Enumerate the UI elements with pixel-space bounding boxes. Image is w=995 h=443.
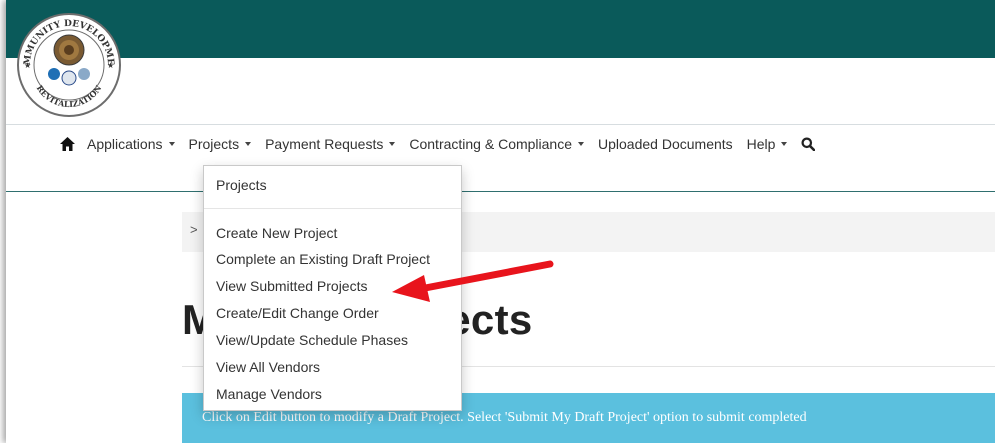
caret-down-icon xyxy=(168,142,175,146)
nav-help[interactable]: Help xyxy=(747,136,788,152)
breadcrumb-separator: > xyxy=(190,222,198,237)
caret-down-icon xyxy=(781,142,788,146)
home-icon[interactable] xyxy=(60,137,75,151)
nav-applications-label: Applications xyxy=(87,136,163,152)
main-navbar: Applications Projects Payment Requests C… xyxy=(6,124,995,192)
red-arrow-annotation xyxy=(392,260,554,302)
caret-down-icon xyxy=(245,142,252,146)
nav-contracting-compliance[interactable]: Contracting & Compliance xyxy=(409,136,585,152)
svg-text:★: ★ xyxy=(107,61,114,70)
nav-help-label: Help xyxy=(746,136,776,152)
nav-projects-label: Projects xyxy=(188,136,240,152)
nav-uploaded-documents-label: Uploaded Documents xyxy=(598,136,733,152)
menu-item-view-all-vendors[interactable]: View All Vendors xyxy=(216,359,320,375)
nav-contracting-compliance-label: Contracting & Compliance xyxy=(409,136,573,152)
menu-item-create-new-project[interactable]: Create New Project xyxy=(216,225,337,241)
caret-down-icon xyxy=(578,142,585,146)
menu-item-create-edit-change-order[interactable]: Create/Edit Change Order xyxy=(216,305,379,321)
dropdown-divider xyxy=(204,208,461,209)
menu-item-view-update-schedule-phases[interactable]: View/Update Schedule Phases xyxy=(216,332,408,348)
nav-uploaded-documents[interactable]: Uploaded Documents xyxy=(598,136,733,152)
svg-text:★: ★ xyxy=(24,61,31,70)
search-icon[interactable] xyxy=(801,137,816,151)
nav-applications[interactable]: Applications xyxy=(87,136,175,152)
nav-payment-requests-label: Payment Requests xyxy=(265,136,384,152)
nav-payment-requests[interactable]: Payment Requests xyxy=(265,136,396,152)
menu-item-manage-vendors[interactable]: Manage Vendors xyxy=(216,386,322,402)
nav-projects[interactable]: Projects xyxy=(189,136,252,152)
menu-item-view-submitted-projects[interactable]: View Submitted Projects xyxy=(216,278,367,294)
page-frame: COMMUNITY DEVELOPMENT REVITALIZATION ★ ★… xyxy=(6,0,995,443)
caret-down-icon xyxy=(389,142,396,146)
header-band xyxy=(6,0,995,58)
site-logo[interactable]: COMMUNITY DEVELOPMENT REVITALIZATION ★ ★ xyxy=(16,12,122,118)
info-alert-text: Click on Edit button to modify a Draft P… xyxy=(202,410,807,425)
nav-items: Applications Projects Payment Requests C… xyxy=(60,136,816,152)
dropdown-header-projects[interactable]: Projects xyxy=(216,177,267,193)
